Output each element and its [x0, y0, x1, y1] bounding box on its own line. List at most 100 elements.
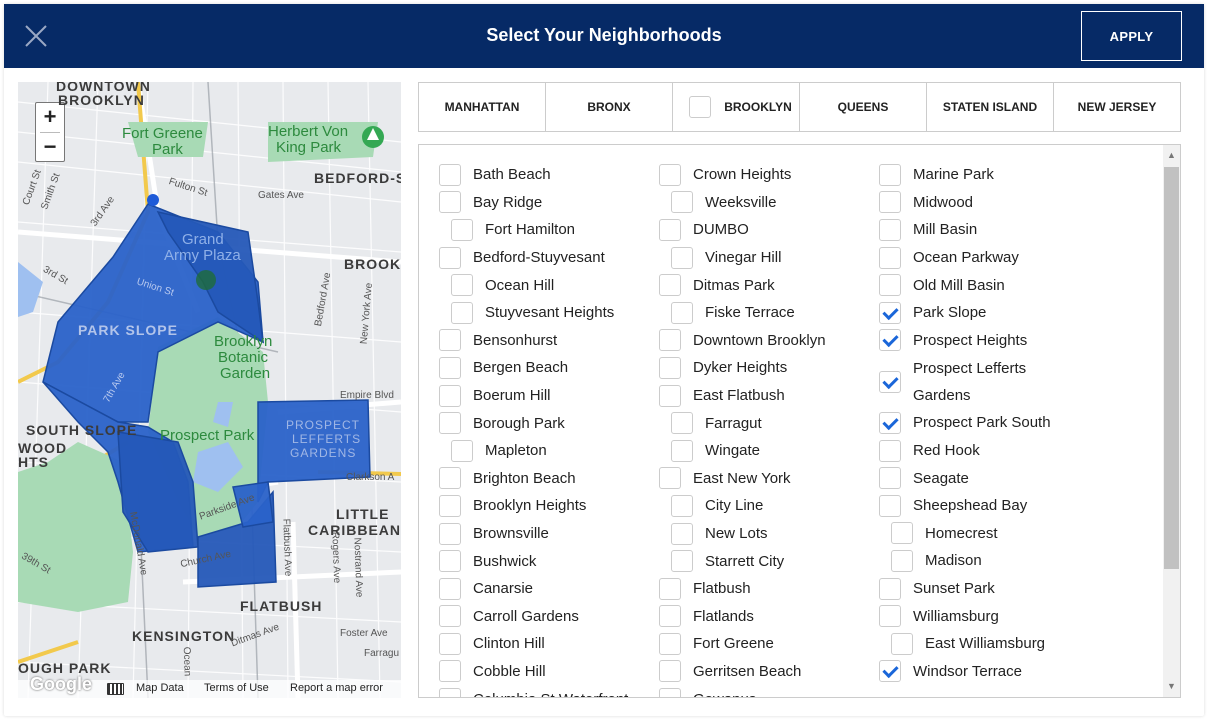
borough-checkbox[interactable] [689, 96, 711, 118]
borough-tab[interactable]: MANHATTAN [419, 83, 546, 131]
checkbox[interactable] [659, 274, 681, 297]
neighborhood-item[interactable]: City Line [659, 492, 826, 520]
checkbox[interactable] [671, 191, 693, 214]
neighborhood-item[interactable]: DUMBO [659, 216, 826, 244]
neighborhood-item[interactable]: Weeksville [659, 189, 826, 217]
checkbox-checked[interactable] [879, 660, 901, 683]
checkbox[interactable] [439, 329, 461, 352]
neighborhood-item[interactable]: Borough Park [439, 409, 628, 437]
checkbox[interactable] [659, 163, 681, 186]
neighborhood-item[interactable]: Mill Basin [879, 216, 1053, 244]
checkbox[interactable] [439, 660, 461, 683]
neighborhood-item[interactable]: Prospect Park South [879, 409, 1053, 437]
neighborhood-item[interactable]: Carroll Gardens [439, 603, 628, 631]
checkbox[interactable] [439, 577, 461, 600]
neighborhood-item[interactable]: New Lots [659, 520, 826, 548]
checkbox[interactable] [451, 218, 473, 241]
checkbox[interactable] [659, 660, 681, 683]
checkbox[interactable] [439, 246, 461, 269]
neighborhood-item[interactable]: Brighton Beach [439, 465, 628, 493]
neighborhood-item[interactable]: Windsor Terrace [879, 658, 1053, 686]
neighborhood-item[interactable]: Fort Hamilton [439, 216, 628, 244]
neighborhood-item[interactable]: Columbia St Waterfront [439, 685, 628, 697]
keyboard-icon[interactable] [107, 683, 124, 695]
checkbox[interactable] [879, 246, 901, 269]
neighborhood-item[interactable]: Gerritsen Beach [659, 658, 826, 686]
neighborhood-item[interactable]: Bensonhurst [439, 327, 628, 355]
checkbox[interactable] [879, 163, 901, 186]
checkbox[interactable] [659, 467, 681, 490]
checkbox[interactable] [879, 494, 901, 517]
neighborhood-item[interactable]: Brownsville [439, 520, 628, 548]
neighborhood-item[interactable]: Cobble Hill [439, 658, 628, 686]
neighborhood-item[interactable]: Ocean Parkway [879, 244, 1053, 272]
checkbox[interactable] [891, 522, 913, 545]
neighborhood-item[interactable]: East Williamsburg [879, 630, 1053, 658]
checkbox-checked[interactable] [879, 301, 901, 324]
checkbox[interactable] [659, 632, 681, 655]
checkbox[interactable] [891, 549, 913, 572]
neighborhood-item[interactable]: Gowanus [659, 685, 826, 697]
checkbox[interactable] [671, 494, 693, 517]
neighborhood-item[interactable]: Prospect Heights [879, 327, 1053, 355]
report-error-link[interactable]: Report a map error [290, 682, 383, 694]
checkbox[interactable] [659, 356, 681, 379]
checkbox[interactable] [879, 467, 901, 490]
neighborhood-item[interactable]: Wingate [659, 437, 826, 465]
checkbox[interactable] [671, 412, 693, 435]
neighborhood-item[interactable]: Bay Ridge [439, 189, 628, 217]
neighborhood-item[interactable]: Fort Greene [659, 630, 826, 658]
borough-tab[interactable]: BROOKLYN [673, 83, 800, 131]
checkbox[interactable] [439, 356, 461, 379]
neighborhood-item[interactable]: Midwood [879, 189, 1053, 217]
checkbox-checked[interactable] [879, 370, 901, 393]
neighborhood-item[interactable]: Madison [879, 547, 1053, 575]
checkbox[interactable] [439, 605, 461, 628]
neighborhood-item[interactable]: East New York [659, 465, 826, 493]
neighborhood-item[interactable]: Dyker Heights [659, 354, 826, 382]
checkbox-checked[interactable] [879, 329, 901, 352]
borough-tab[interactable]: BRONX [546, 83, 673, 131]
neighborhood-item[interactable]: Bedford-Stuyvesant [439, 244, 628, 272]
checkbox[interactable] [671, 301, 693, 324]
neighborhood-item[interactable]: Farragut [659, 409, 826, 437]
checkbox[interactable] [439, 494, 461, 517]
checkbox[interactable] [439, 632, 461, 655]
neighborhood-item[interactable]: Marine Park [879, 161, 1053, 189]
checkbox[interactable] [671, 246, 693, 269]
neighborhood-item[interactable]: Downtown Brooklyn [659, 327, 826, 355]
checkbox[interactable] [659, 329, 681, 352]
neighborhood-item[interactable]: Crown Heights [659, 161, 826, 189]
neighborhood-item[interactable]: Old Mill Basin [879, 271, 1053, 299]
neighborhood-item[interactable]: Park Slope [879, 299, 1053, 327]
neighborhood-item[interactable]: Flatbush [659, 575, 826, 603]
checkbox[interactable] [439, 384, 461, 407]
checkbox[interactable] [659, 577, 681, 600]
checkbox[interactable] [439, 550, 461, 573]
neighborhood-item[interactable]: Bushwick [439, 547, 628, 575]
list-scrollbar[interactable]: ▲ ▼ [1163, 145, 1180, 697]
neighborhood-item[interactable]: Ocean Hill [439, 271, 628, 299]
checkbox[interactable] [671, 550, 693, 573]
neighborhood-item[interactable]: Bath Beach [439, 161, 628, 189]
neighborhood-item[interactable]: Fiske Terrace [659, 299, 826, 327]
neighborhood-map[interactable]: + − DOWNTOWN BROOKLYN BEDFORD-S BROOK PA… [18, 82, 401, 698]
checkbox[interactable] [671, 439, 693, 462]
neighborhood-item[interactable]: Homecrest [879, 520, 1053, 548]
neighborhood-item[interactable]: Clinton Hill [439, 630, 628, 658]
checkbox[interactable] [439, 412, 461, 435]
checkbox[interactable] [671, 522, 693, 545]
checkbox[interactable] [451, 301, 473, 324]
checkbox-checked[interactable] [879, 411, 901, 434]
checkbox[interactable] [451, 439, 473, 462]
scroll-thumb[interactable] [1164, 167, 1179, 569]
zoom-out-button[interactable]: − [36, 133, 64, 162]
map-data-link[interactable]: Map Data [136, 682, 184, 694]
neighborhood-item[interactable]: Mapleton [439, 437, 628, 465]
checkbox[interactable] [439, 163, 461, 186]
neighborhood-item[interactable]: Flatlands [659, 603, 826, 631]
neighborhood-item[interactable]: Prospect Lefferts Gardens [879, 354, 1053, 409]
neighborhood-item[interactable]: Canarsie [439, 575, 628, 603]
checkbox[interactable] [439, 522, 461, 545]
checkbox[interactable] [439, 191, 461, 214]
